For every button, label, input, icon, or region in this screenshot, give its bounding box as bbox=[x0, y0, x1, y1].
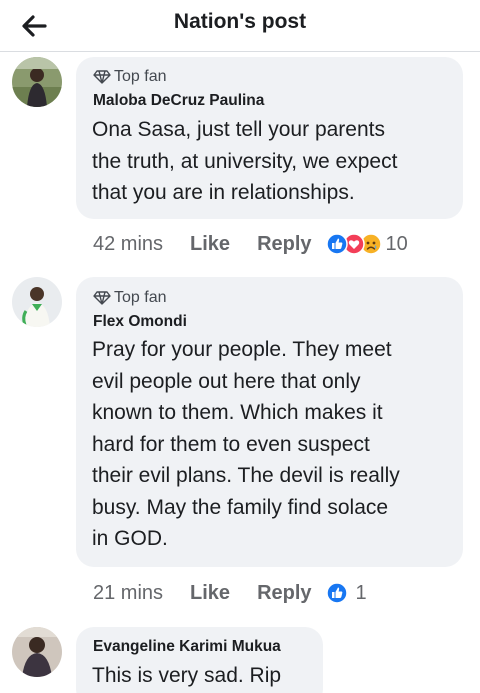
comment-timestamp[interactable]: 21 mins bbox=[93, 582, 163, 605]
avatar[interactable] bbox=[12, 627, 62, 677]
top-bar: Nation's post bbox=[0, 0, 480, 52]
reaction-count: 1 bbox=[355, 581, 367, 604]
reply-button[interactable]: Reply bbox=[257, 233, 311, 256]
like-button[interactable]: Like bbox=[190, 582, 230, 605]
avatar[interactable] bbox=[12, 277, 62, 327]
top-fan-badge: Top fan bbox=[93, 289, 166, 307]
comment-author[interactable]: Maloba DeCruz Paulina bbox=[93, 92, 264, 110]
diamond-icon bbox=[93, 291, 111, 305]
diamond-icon bbox=[93, 70, 111, 84]
comment-meta: 21 mins Like Reply 1 bbox=[93, 578, 367, 608]
reaction-count: 10 bbox=[385, 232, 408, 255]
comment-author[interactable]: Evangeline Karimi Mukua bbox=[93, 638, 281, 656]
avatar[interactable] bbox=[12, 57, 62, 107]
reaction-summary[interactable]: 1 bbox=[325, 581, 367, 605]
comment-timestamp[interactable]: 42 mins bbox=[93, 233, 163, 256]
top-fan-badge: Top fan bbox=[93, 68, 166, 86]
comment-text: Ona Sasa, just tell your parents the tru… bbox=[92, 118, 398, 204]
comment-text: This is very sad. Rip bbox=[92, 664, 282, 687]
like-button[interactable]: Like bbox=[190, 233, 230, 256]
comment-text: Pray for your people. They meet evil peo… bbox=[92, 338, 400, 550]
like-reaction-icon bbox=[325, 233, 348, 255]
page-title: Nation's post bbox=[173, 10, 307, 33]
comment-meta: 42 mins Like Reply 10 bbox=[93, 229, 408, 259]
comment-author[interactable]: Flex Omondi bbox=[93, 313, 187, 331]
like-reaction-icon bbox=[325, 582, 348, 604]
reply-button[interactable]: Reply bbox=[257, 582, 311, 605]
reaction-summary[interactable]: 10 bbox=[325, 232, 408, 256]
